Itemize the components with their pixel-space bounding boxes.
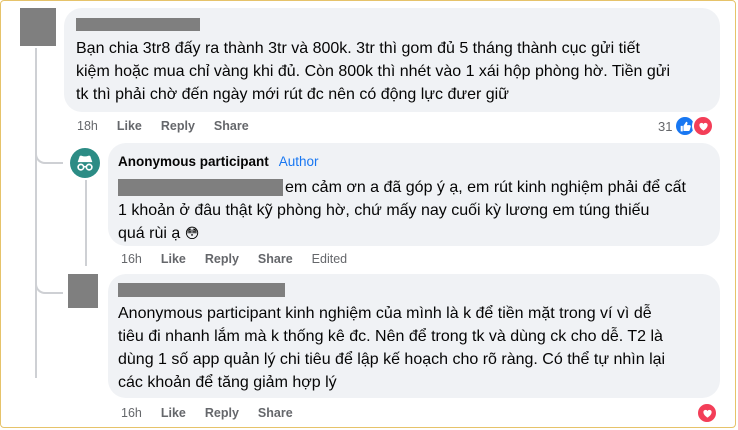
redacted-username	[118, 283, 285, 297]
comment-bubble: Anonymous participant kinh nghiệm của mì…	[108, 274, 720, 398]
like-button[interactable]: Like	[161, 252, 186, 266]
flushed-face-icon: 😳	[184, 225, 200, 241]
avatar[interactable]	[20, 8, 56, 46]
reaction-summary[interactable]: 31	[658, 115, 715, 137]
comment-line: em cảm ơn a đã góp ý ạ, em rút kinh nghi…	[285, 179, 686, 196]
reaction-summary[interactable]	[696, 402, 718, 424]
love-icon	[696, 402, 718, 424]
love-icon	[692, 115, 715, 137]
thread-line-child	[85, 180, 87, 266]
comment-actions: 16h Like Reply Share Edited	[121, 252, 366, 266]
comment-line: 1 khoản ở đâu thật kỹ phòng hờ, chứ mấy …	[118, 202, 650, 219]
comment-actions: 16h Like Reply Share	[121, 406, 312, 420]
comment-line: Bạn chia 3tr8 đấy ra thành 3tr và 800k. …	[76, 40, 640, 57]
timestamp[interactable]: 18h	[77, 119, 98, 133]
comment-line: dùng 1 số app quản lý chi tiêu để lập kế…	[118, 351, 666, 368]
like-button[interactable]: Like	[161, 406, 186, 420]
redacted-mention	[118, 179, 283, 196]
anonymous-avatar[interactable]	[70, 148, 100, 178]
incognito-icon	[77, 155, 93, 171]
comment-line: các khoản để tăng giảm hợp lý	[118, 374, 337, 391]
author-badge: Author	[278, 153, 319, 169]
comment-bubble: Bạn chia 3tr8 đấy ra thành 3tr và 800k. …	[64, 8, 720, 112]
comment-text: Anonymous participant kinh nghiệm của mì…	[118, 302, 710, 394]
comment-line: quá rùi ạ	[118, 225, 181, 242]
timestamp[interactable]: 16h	[121, 252, 142, 266]
reply-button[interactable]: Reply	[161, 119, 195, 133]
thread-line-branch-2	[35, 278, 63, 294]
thread-line-main	[35, 48, 37, 378]
reply-button[interactable]: Reply	[205, 252, 239, 266]
timestamp[interactable]: 16h	[121, 406, 142, 420]
reply-button[interactable]: Reply	[205, 406, 239, 420]
redacted-username	[76, 18, 200, 31]
comment-actions: 18h Like Reply Share	[77, 119, 268, 133]
share-button[interactable]: Share	[258, 252, 293, 266]
avatar[interactable]	[68, 274, 98, 308]
comment-line-with-emoji: quá rùi ạ 😳	[118, 222, 710, 245]
comment-bubble: Anonymous participant Author em cảm ơn a…	[108, 143, 720, 246]
comment-line: Anonymous participant kinh nghiệm của mì…	[118, 305, 652, 322]
commenter-name[interactable]: Anonymous participant	[118, 154, 269, 169]
comment-line: tk thì phải chờ đến ngày mới rút đc nên …	[76, 86, 509, 103]
reaction-count: 31	[658, 118, 673, 134]
edited-label: Edited	[311, 252, 348, 266]
comment-text: em cảm ơn a đã góp ý ạ, em rút kinh nghi…	[118, 176, 710, 245]
comment-text: Bạn chia 3tr8 đấy ra thành 3tr và 800k. …	[76, 37, 708, 106]
like-button[interactable]: Like	[117, 119, 142, 133]
share-button[interactable]: Share	[258, 406, 293, 420]
share-button[interactable]: Share	[214, 119, 249, 133]
comment-line: kiệm hoặc mua chỉ vàng khi đủ. Còn 800k …	[76, 63, 671, 80]
thread-line-branch-1	[35, 150, 63, 164]
comment-line: tiêu đi nhanh lắm mà k thống kê đc. Nên …	[118, 328, 663, 345]
